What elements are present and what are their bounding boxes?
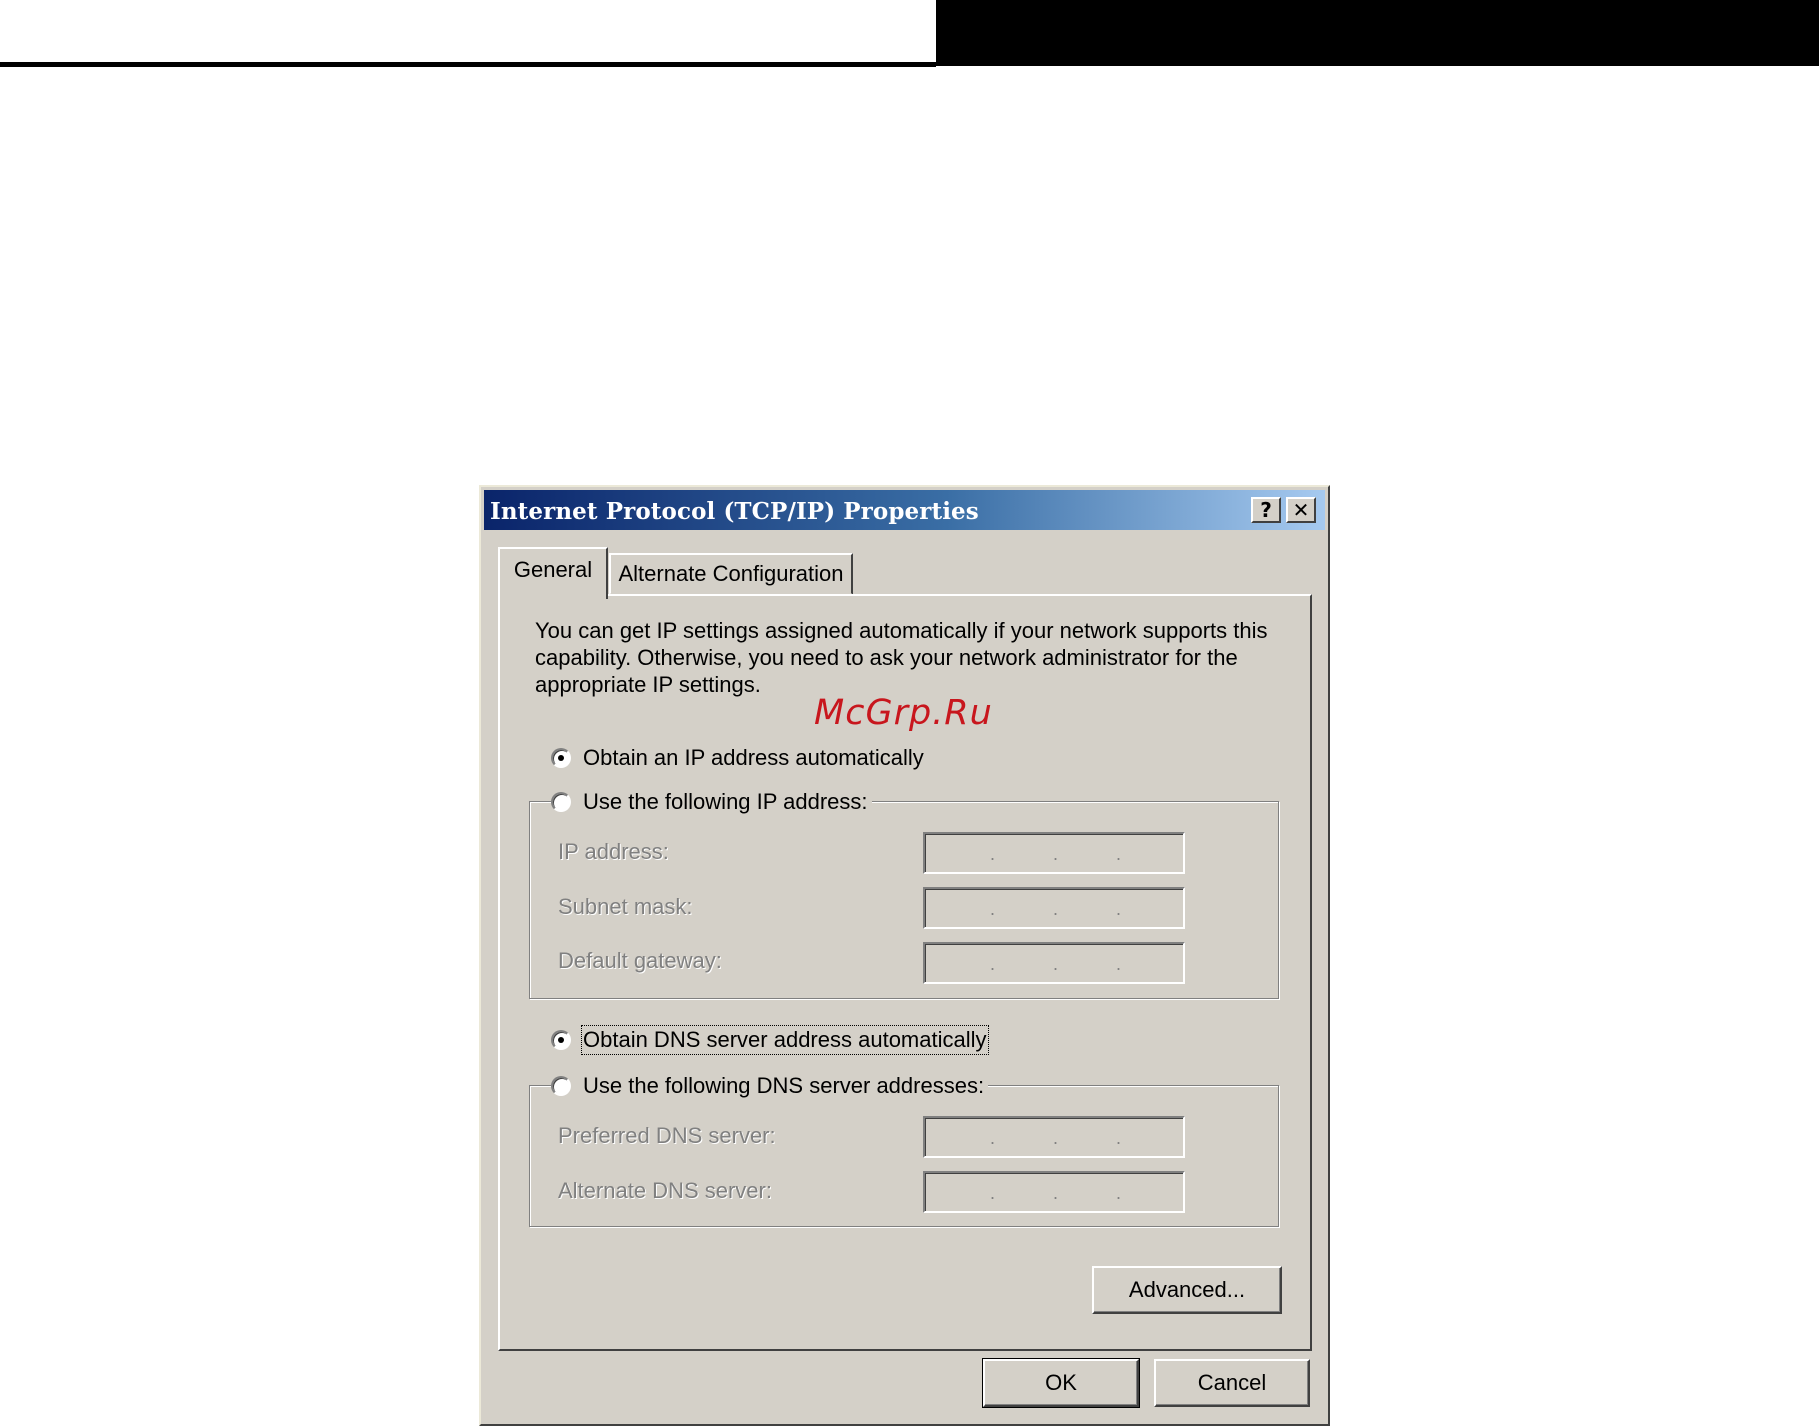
ip-dot: . [990, 1128, 996, 1148]
dialog-title: Internet Protocol (TCP/IP) Properties [490, 498, 979, 525]
preferred-dns-label: Preferred DNS server: [558, 1123, 776, 1148]
ip-auto-option[interactable]: Obtain an IP address automatically [551, 745, 928, 771]
ip-dot: . [1116, 1183, 1122, 1203]
advanced-button[interactable]: Advanced... [1092, 1266, 1282, 1314]
radio-selected-dot [558, 1037, 564, 1043]
ip-auto-label: Obtain an IP address automatically [583, 745, 924, 770]
ip-address-field[interactable]: ... [923, 832, 1185, 874]
ip-dot: . [1053, 1183, 1059, 1203]
ip-dot: . [1116, 954, 1122, 974]
header-black-band [936, 0, 1819, 66]
tab-general[interactable]: General [498, 547, 608, 599]
title-bar[interactable]: Internet Protocol (TCP/IP) Properties ? … [484, 490, 1325, 530]
ip-dot: . [990, 899, 996, 919]
dns-manual-radio[interactable] [551, 1076, 571, 1096]
ip-dot: . [1053, 954, 1059, 974]
default-gateway-field[interactable]: ... [923, 942, 1185, 984]
default-gateway-label: Default gateway: [558, 948, 722, 973]
ip-dot: . [1116, 1128, 1122, 1148]
close-icon: ✕ [1292, 498, 1310, 522]
alternate-dns-label: Alternate DNS server: [558, 1178, 772, 1203]
tab-alternate-configuration[interactable]: Alternate Configuration [609, 553, 853, 595]
dns-manual-label: Use the following DNS server addresses: [583, 1073, 985, 1098]
ip-dot: . [1053, 844, 1059, 864]
watermark: McGrp.Ru [814, 693, 993, 733]
ip-manual-option[interactable]: Use the following IP address: [551, 789, 872, 815]
dns-auto-label: Obtain DNS server address automatically [581, 1025, 989, 1055]
tcpip-properties-dialog: Internet Protocol (TCP/IP) Properties ? … [479, 485, 1330, 1426]
ip-dot: . [990, 954, 996, 974]
ip-manual-label: Use the following IP address: [583, 789, 868, 814]
question-mark-icon: ? [1260, 498, 1272, 522]
ip-dot: . [1053, 899, 1059, 919]
subnet-mask-label: Subnet mask: [558, 894, 693, 919]
header-rule [0, 62, 936, 67]
ip-address-label: IP address: [558, 839, 669, 864]
ip-auto-radio[interactable] [551, 748, 571, 768]
preferred-dns-field[interactable]: ... [923, 1116, 1185, 1158]
ip-dot: . [1116, 899, 1122, 919]
dns-auto-option[interactable]: Obtain DNS server address automatically [551, 1025, 991, 1055]
ip-dot: . [990, 1183, 996, 1203]
ip-dot: . [990, 844, 996, 864]
dns-auto-radio[interactable] [551, 1030, 571, 1050]
intro-text: You can get IP settings assigned automat… [535, 618, 1268, 697]
radio-selected-dot [558, 755, 564, 761]
ip-dot: . [1116, 844, 1122, 864]
dns-manual-option[interactable]: Use the following DNS server addresses: [551, 1073, 989, 1099]
ip-dot: . [1053, 1128, 1059, 1148]
help-button[interactable]: ? [1251, 497, 1281, 523]
ip-manual-radio[interactable] [551, 792, 571, 812]
ok-button[interactable]: OK [982, 1358, 1140, 1408]
cancel-button[interactable]: Cancel [1154, 1359, 1310, 1407]
alternate-dns-field[interactable]: ... [923, 1171, 1185, 1213]
subnet-mask-field[interactable]: ... [923, 887, 1185, 929]
close-button[interactable]: ✕ [1286, 497, 1316, 523]
